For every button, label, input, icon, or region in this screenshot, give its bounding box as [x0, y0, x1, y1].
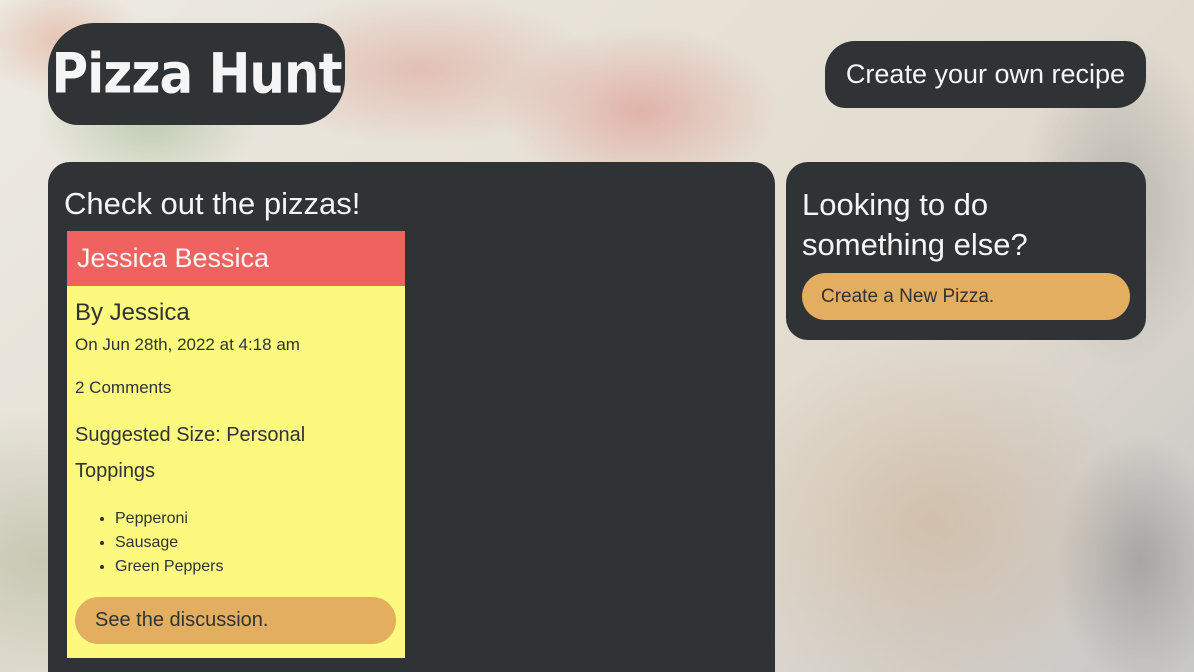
comment-count: 2 Comments [75, 378, 172, 397]
see-discussion-button[interactable]: See the discussion. [75, 597, 396, 644]
toppings-label: Toppings [75, 460, 156, 482]
topping-item: Sausage [115, 531, 397, 555]
create-pizza-button[interactable]: Create a New Pizza. [802, 273, 1130, 320]
topping-item: Green Peppers [115, 555, 397, 579]
pizza-list-title: Check out the pizzas! [64, 186, 361, 221]
pizza-card: Jessica Bessica By Jessica On Jun 28th, … [67, 231, 405, 658]
pizza-card-header: Jessica Bessica [67, 231, 405, 286]
pizza-name: Jessica Bessica [77, 243, 270, 273]
create-recipe-link[interactable]: Create your own recipe [846, 59, 1125, 90]
suggested-size: Suggested Size: Personal [75, 424, 306, 446]
pizza-card-body: By Jessica On Jun 28th, 2022 at 4:18 am … [67, 286, 405, 579]
logo-text: Pizza Hunt [51, 42, 342, 106]
pizza-list-panel: Check out the pizzas! Jessica Bessica By… [48, 162, 775, 672]
toppings-list: Pepperoni Sausage Green Peppers [75, 507, 397, 579]
logo[interactable]: Pizza Hunt [48, 23, 345, 125]
nav-bar: Create your own recipe [825, 41, 1146, 108]
pizza-date: On Jun 28th, 2022 at 4:18 am [75, 335, 300, 354]
sidebar-panel: Looking to do something else? Create a N… [786, 162, 1146, 340]
sidebar-title: Looking to do something else? [802, 187, 1028, 262]
topping-item: Pepperoni [115, 507, 397, 531]
pizza-author: By Jessica [75, 299, 190, 326]
